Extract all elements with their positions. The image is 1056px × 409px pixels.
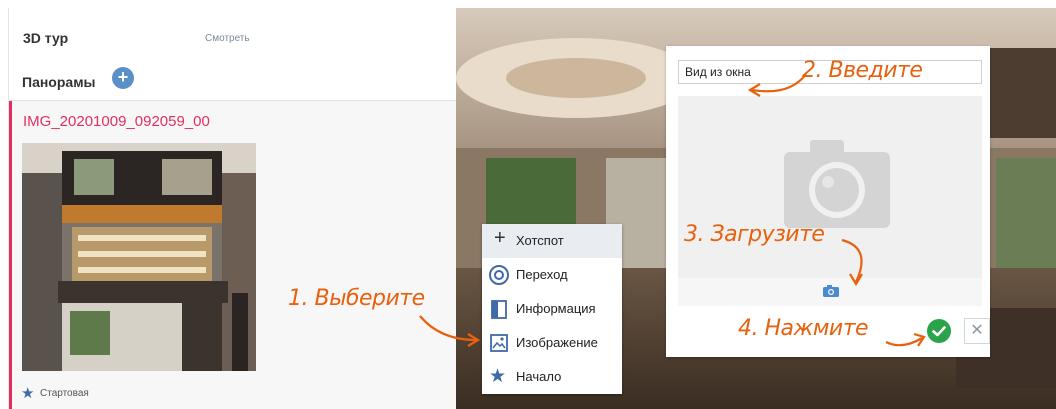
annotation-step1: 1. Выберите	[288, 286, 425, 311]
tour-label: 3D тур	[23, 30, 69, 46]
menu-item-hotspot[interactable]: + Хотспот	[482, 224, 622, 258]
close-icon: ✕	[970, 322, 984, 339]
camera-small-icon[interactable]	[822, 284, 840, 298]
menu-item-label: Начало	[516, 369, 562, 384]
panoramas-label: Панорамы	[22, 74, 96, 90]
annotation-step2: 2. Введите	[802, 58, 923, 83]
star-icon: ★	[21, 385, 35, 402]
add-panorama-button[interactable]: +	[112, 67, 134, 89]
camera-icon	[784, 140, 890, 228]
confirm-button[interactable]	[927, 319, 951, 343]
sidebar: 3D тур Смотреть Панорамы + IMG_20201009_…	[8, 8, 457, 409]
menu-item-label: Хотспот	[516, 233, 564, 248]
image-icon	[490, 334, 508, 352]
info-panel-icon	[491, 300, 507, 319]
star-icon: ★	[489, 366, 507, 387]
annotation-step4: 4. Нажмите	[738, 316, 869, 341]
app-frame: 3D тур Смотреть Панорамы + IMG_20201009_…	[0, 0, 1056, 409]
panorama-title[interactable]: IMG_20201009_092059_00	[23, 113, 210, 130]
plus-icon: +	[494, 227, 506, 249]
image-drop-area[interactable]	[678, 96, 982, 306]
cafe-bar-image	[22, 143, 256, 371]
check-circle-icon	[932, 326, 946, 337]
view-link[interactable]: Смотреть	[205, 33, 250, 44]
target-icon	[489, 265, 509, 285]
hotspot-editor	[666, 46, 990, 357]
menu-item-start[interactable]: ★ Начало	[482, 360, 622, 394]
plus-circle-icon: +	[117, 67, 129, 87]
hotspot-type-menu: + Хотспот Переход Информация Изображение	[482, 224, 622, 394]
menu-item-image[interactable]: Изображение	[482, 326, 622, 360]
start-label: Стартовая	[40, 388, 89, 399]
menu-item-info[interactable]: Информация	[482, 292, 622, 326]
menu-item-label: Переход	[516, 267, 568, 282]
menu-item-transition[interactable]: Переход	[482, 258, 622, 292]
panorama-card[interactable]: IMG_20201009_092059_00 ★ Стартовая	[9, 101, 457, 409]
cancel-button[interactable]: ✕	[964, 318, 990, 344]
menu-item-label: Информация	[516, 301, 596, 316]
annotation-step3: 3. Загрузите	[684, 222, 825, 247]
upload-bar[interactable]	[678, 278, 982, 306]
panorama-thumbnail[interactable]	[22, 143, 256, 371]
menu-item-label: Изображение	[516, 335, 598, 350]
